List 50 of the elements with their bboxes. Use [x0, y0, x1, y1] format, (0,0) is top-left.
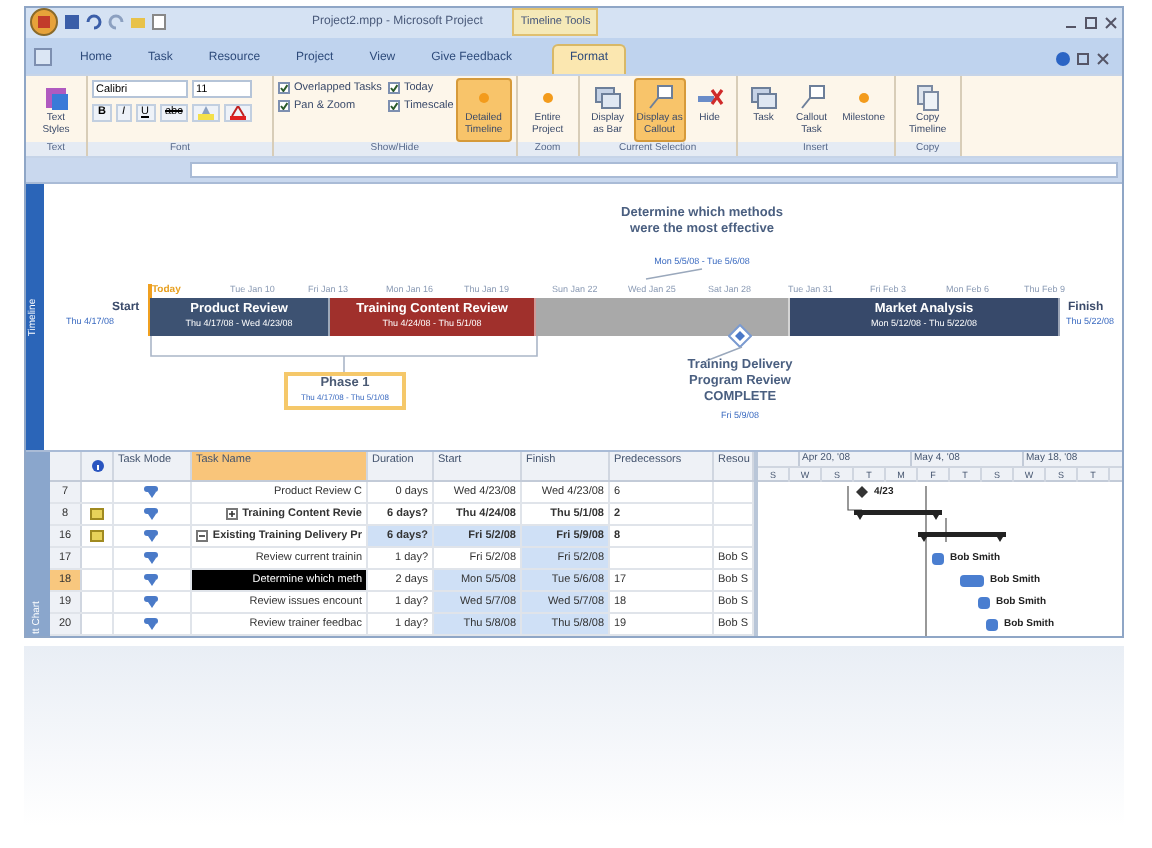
collapse-icon[interactable]	[196, 530, 209, 542]
maximize-icon[interactable]	[1084, 15, 1098, 30]
highlighter-icon	[196, 105, 217, 120]
callout-icon	[797, 83, 826, 112]
task-mode-icon	[142, 616, 162, 632]
checkbox[interactable]	[278, 100, 290, 113]
task-bar	[978, 596, 990, 610]
callout-icon	[645, 83, 674, 112]
milestone-marker	[856, 486, 868, 498]
copy-icon	[913, 83, 942, 112]
checkbox[interactable]	[387, 81, 400, 94]
office-button-icon	[30, 8, 58, 37]
text-styles-icon	[42, 83, 70, 112]
bars-icon	[593, 83, 622, 112]
checkmark-icon	[389, 83, 398, 92]
expand-icon[interactable]	[226, 508, 239, 520]
font-color-button[interactable]	[224, 103, 253, 122]
checkbox[interactable]	[387, 100, 400, 113]
summary-bar	[854, 508, 942, 520]
folder-icon	[130, 14, 146, 31]
entry-field[interactable]	[190, 161, 1118, 178]
redo-icon	[108, 14, 124, 31]
close-icon	[1096, 51, 1110, 66]
task-mode-icon	[142, 572, 162, 588]
checkmark-icon	[389, 102, 398, 111]
milestone-leader-line	[704, 345, 744, 362]
task-bar	[932, 552, 944, 566]
bars-icon	[749, 83, 778, 112]
info-icon	[91, 460, 103, 472]
close-icon[interactable]	[1104, 15, 1118, 30]
task-bar	[960, 574, 984, 588]
checkbox[interactable]	[278, 81, 290, 94]
summary-bar	[918, 530, 1006, 542]
font-color-icon	[228, 105, 249, 120]
view-icon	[34, 47, 52, 66]
undo-icon	[86, 14, 102, 31]
restore-icon	[1076, 51, 1090, 66]
task-mode-icon	[142, 506, 162, 522]
checkmark-icon	[280, 102, 288, 111]
save-icon	[64, 14, 80, 31]
task-mode-icon	[142, 484, 162, 500]
page-icon	[152, 14, 166, 31]
task-bar	[986, 618, 998, 632]
task-mode-icon	[142, 528, 162, 544]
help-icon	[1056, 51, 1070, 66]
milestone-diamond-icon	[728, 323, 752, 348]
checkmark-icon	[280, 83, 288, 92]
callout-leader-line	[644, 267, 704, 280]
task-mode-icon	[142, 550, 162, 566]
task-mode-icon	[142, 594, 162, 610]
